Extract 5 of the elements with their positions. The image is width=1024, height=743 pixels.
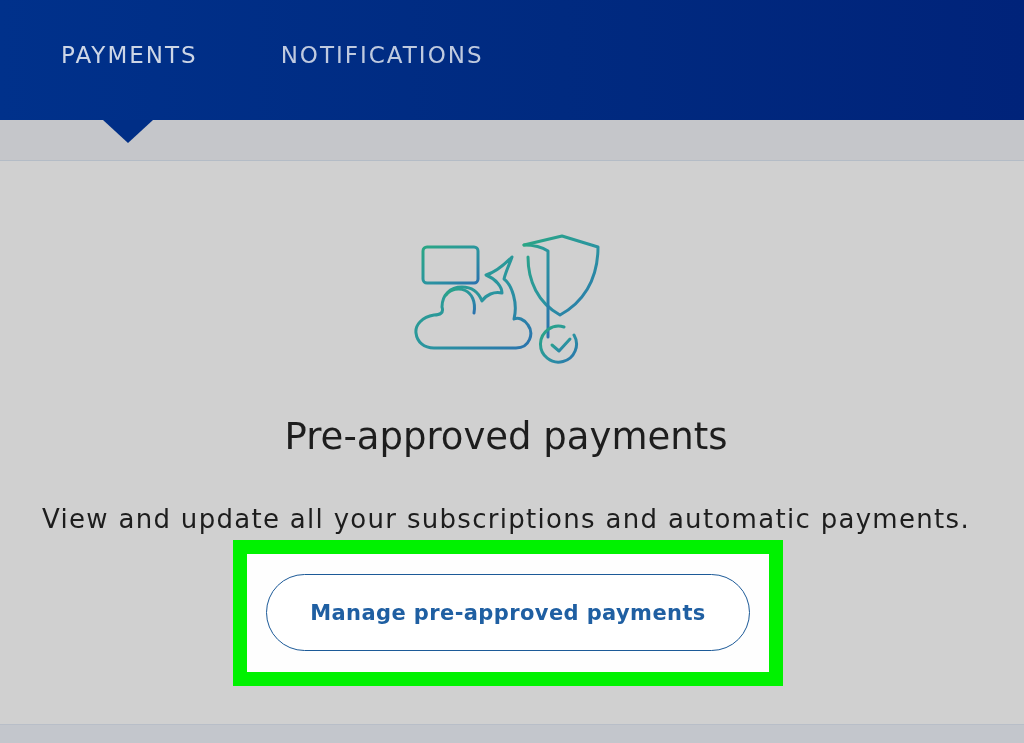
nav-tab[interactable]: NOTIFICATIONS xyxy=(280,39,484,71)
nav-tab[interactable]: PAYMENTS xyxy=(61,39,198,71)
panel-description: View and update all your subscriptions and automatic payments. xyxy=(42,504,970,534)
manage-payments-button[interactable]: Manage pre-approved payments xyxy=(266,574,750,651)
panel-title: Pre-approved payments xyxy=(284,416,728,458)
